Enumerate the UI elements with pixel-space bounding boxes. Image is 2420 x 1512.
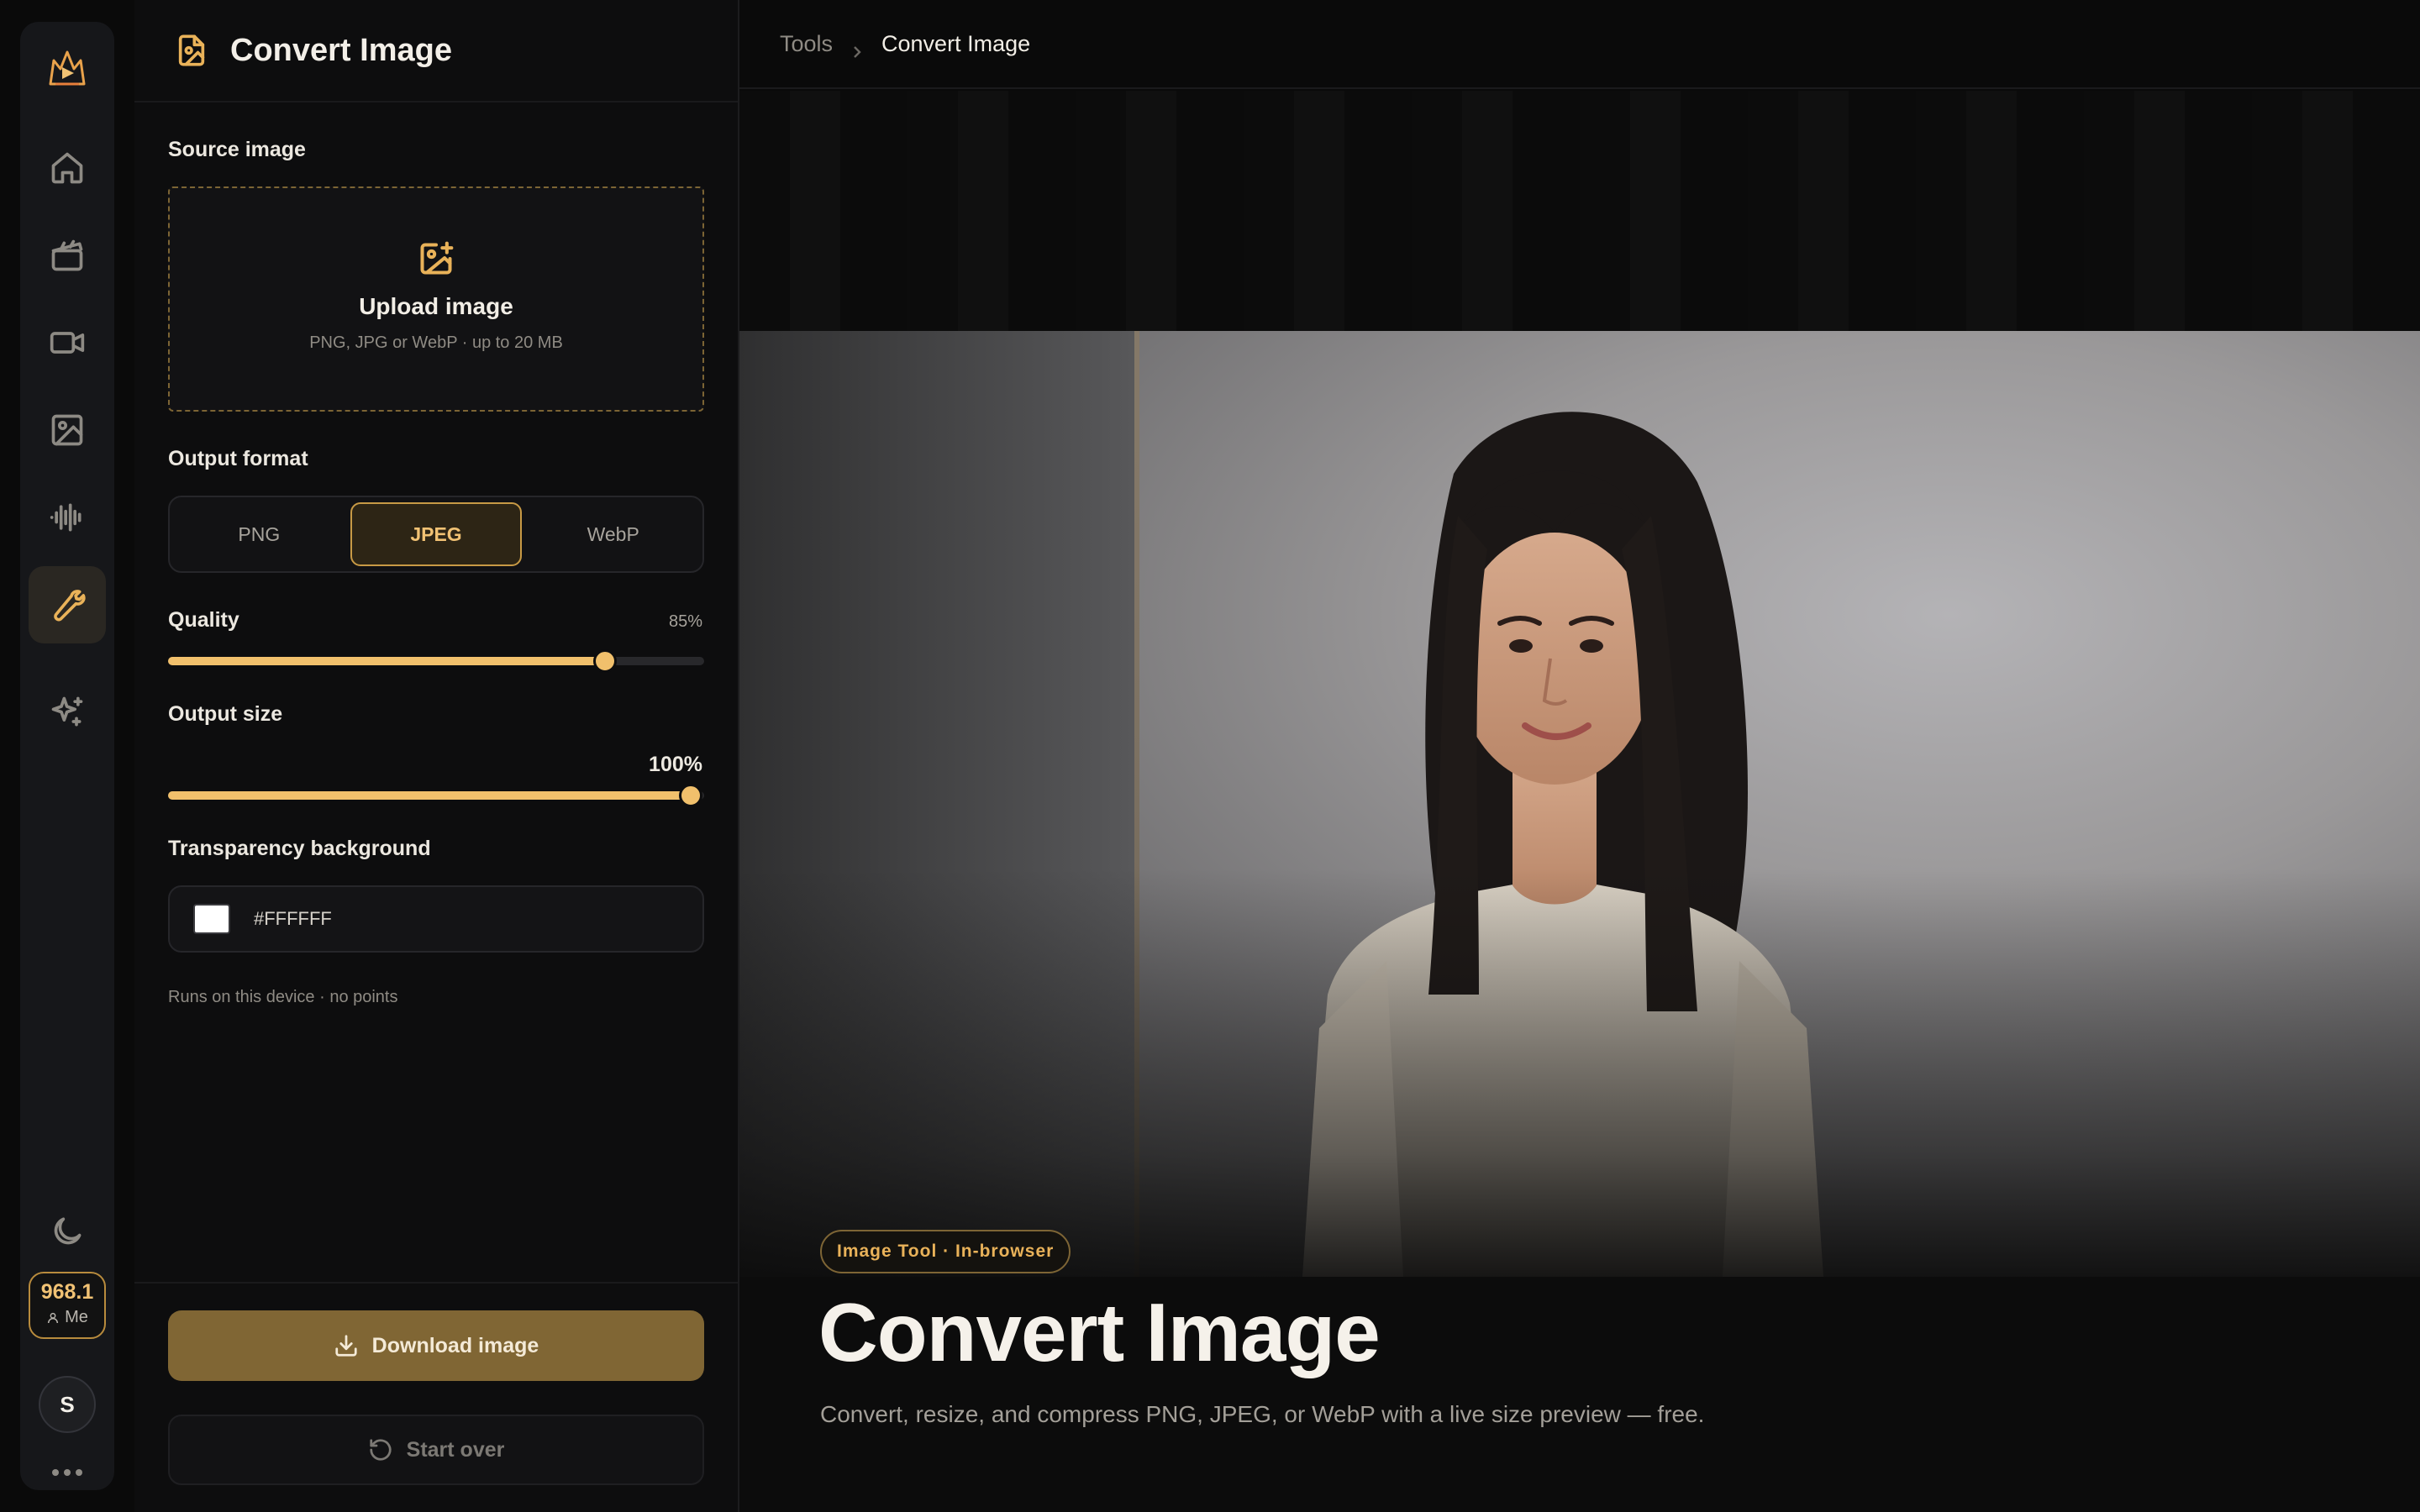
format-selector: PNG JPEG WebP <box>168 496 704 573</box>
breadcrumb-tools[interactable]: Tools <box>780 31 833 57</box>
upload-dropzone[interactable]: Upload image PNG, JPG or WebP · up to 20… <box>168 186 704 412</box>
transparency-background-label: Transparency background <box>168 837 431 860</box>
device-note: Runs on this device · no points <box>168 988 398 1006</box>
more-dots-icon <box>52 1469 59 1476</box>
start-over-button[interactable]: Start over <box>168 1415 704 1485</box>
output-size-value: 100% <box>649 753 702 776</box>
theme-toggle[interactable] <box>29 1193 106 1270</box>
breadcrumb: Tools Convert Image <box>739 0 2420 89</box>
background-color-hex[interactable]: #FFFFFF <box>254 908 332 930</box>
output-format-label: Output format <box>168 447 308 470</box>
nav-video[interactable] <box>29 304 106 381</box>
format-option-webp[interactable]: WebP <box>529 502 697 566</box>
panel-header: Convert Image <box>134 0 738 102</box>
icon-rail: 968.1 Me S <box>20 22 114 1490</box>
tool-badge: Image Tool · In-browser <box>820 1230 1071 1273</box>
start-over-label: Start over <box>406 1437 505 1462</box>
nav-home[interactable] <box>29 129 106 207</box>
flame-crown-logo-icon <box>49 50 86 86</box>
hero-title: Convert Image <box>818 1286 1381 1378</box>
format-option-jpeg[interactable]: JPEG <box>350 502 523 566</box>
nav-projects[interactable] <box>29 217 106 294</box>
panel-footer-divider <box>134 1282 738 1284</box>
video-camera-icon <box>50 332 85 354</box>
format-option-png[interactable]: PNG <box>175 502 344 566</box>
breadcrumb-current: Convert Image <box>881 30 1031 56</box>
nav-tools[interactable] <box>29 566 106 643</box>
sparkles-icon <box>51 696 83 727</box>
upload-title: Upload image <box>359 293 513 319</box>
more-menu-button[interactable] <box>42 1460 92 1485</box>
audio-waveform-icon <box>50 503 82 532</box>
credits-label: Me <box>65 1308 88 1326</box>
hero-backdrop <box>739 91 2420 331</box>
image-plus-icon <box>420 241 454 275</box>
nav-audio[interactable] <box>29 479 106 556</box>
quality-value: 85% <box>668 612 702 631</box>
background-color-swatch[interactable] <box>193 904 230 934</box>
output-size-slider-handle[interactable] <box>679 784 703 807</box>
quality-slider-fill <box>168 657 605 665</box>
hero-subtitle: Convert, resize, and compress PNG, JPEG,… <box>820 1401 1705 1427</box>
output-size-slider[interactable] <box>168 784 704 807</box>
quality-slider[interactable] <box>168 649 704 673</box>
credits-account: Me <box>30 1308 104 1327</box>
output-size-label: Output size <box>168 702 283 726</box>
download-label: Download image <box>371 1333 539 1357</box>
panel-title: Convert Image <box>230 32 452 68</box>
settings-panel: Convert Image Source image Upload image … <box>134 0 739 1512</box>
download-icon <box>335 1335 357 1357</box>
source-image-label: Source image <box>168 138 306 161</box>
image-icon <box>51 414 83 446</box>
wrench-icon <box>54 590 86 622</box>
main-content: Tools Convert Image Image Tool · In-brow… <box>739 0 2420 1512</box>
quality-label: Quality <box>168 608 239 632</box>
app-logo[interactable] <box>44 45 91 92</box>
clapperboard-icon <box>51 239 83 271</box>
chevron-right-icon <box>851 38 863 58</box>
credits-balance[interactable]: 968.1 Me <box>29 1272 106 1339</box>
rotate-ccw-icon <box>370 1439 392 1461</box>
file-image-icon <box>178 34 205 66</box>
upload-hint: PNG, JPG or WebP · up to 20 MB <box>309 333 563 352</box>
quality-slider-handle[interactable] <box>592 649 617 673</box>
download-image-button[interactable]: Download image <box>168 1310 704 1381</box>
background-color-field[interactable]: #FFFFFF <box>168 885 704 953</box>
credits-value: 968.1 <box>40 1280 94 1304</box>
moon-icon <box>54 1217 82 1245</box>
output-size-slider-fill <box>168 791 692 800</box>
user-avatar[interactable]: S <box>39 1376 96 1433</box>
home-icon <box>51 152 83 184</box>
nav-image[interactable] <box>29 391 106 469</box>
nav-ai-effects[interactable] <box>29 674 106 751</box>
user-icon <box>48 1312 59 1323</box>
hero-image <box>739 331 2420 1277</box>
